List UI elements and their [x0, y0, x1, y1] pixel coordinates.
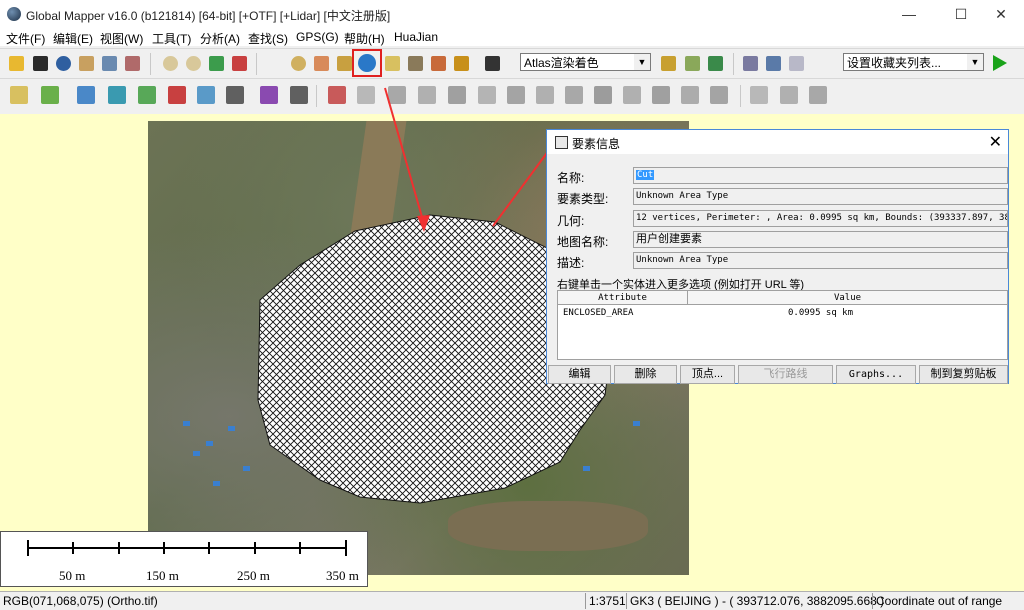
- status-message: Coordinate out of range: [876, 594, 1003, 608]
- dialog-close-button[interactable]: ✕: [989, 132, 1002, 152]
- col-header-attribute[interactable]: Attribute: [558, 291, 688, 305]
- scale-label: 250 m: [237, 568, 270, 583]
- map-name-field[interactable]: 用户创建要素: [633, 231, 1008, 248]
- graphs-button[interactable]: Graphs...: [836, 365, 916, 384]
- col-header-value[interactable]: Value: [688, 291, 1007, 305]
- name-field[interactable]: Cut: [633, 167, 1008, 184]
- annotation-arrow: [384, 87, 425, 225]
- geometry-field[interactable]: 12 vertices, Perimeter: , Area: 0.0995 s…: [633, 210, 1008, 227]
- geometry-label: 几何:: [557, 214, 585, 228]
- status-pixel: RGB(071,068,075) (Ortho.tif): [3, 594, 158, 608]
- vertices-button[interactable]: 顶点...: [680, 365, 735, 384]
- table-cell-attr[interactable]: ENCLOSED_AREA: [563, 308, 633, 318]
- scale-label: 150 m: [146, 568, 179, 583]
- status-projection: GK3 ( BEIJING ) - ( 393712.076, 3882095.…: [630, 594, 885, 608]
- status-bar: RGB(071,068,075) (Ortho.tif) 1:3751 GK3 …: [0, 591, 1024, 610]
- window-icon: [555, 136, 568, 149]
- attribute-table[interactable]: Attribute Value ENCLOSED_AREA 0.0995 sq …: [557, 290, 1008, 360]
- dialog-title-bar: 要素信息 ✕: [547, 130, 1008, 154]
- scale-bar: 50 m 150 m 250 m 350 m: [0, 531, 368, 587]
- name-value: Cut: [636, 170, 655, 180]
- map-name-label: 地图名称:: [557, 235, 609, 249]
- scale-bar-ticks: [27, 540, 347, 556]
- edit-button[interactable]: 编辑: [548, 365, 611, 384]
- description-field[interactable]: Unknown Area Type: [633, 252, 1008, 269]
- dialog-title: 要素信息: [572, 137, 621, 151]
- type-label: 要素类型:: [557, 192, 609, 206]
- flight-path-button[interactable]: 飞行路线: [738, 365, 833, 384]
- type-field[interactable]: Unknown Area Type: [633, 188, 1008, 205]
- table-cell-value[interactable]: 0.0995 sq km: [788, 308, 853, 318]
- description-label: 描述:: [557, 256, 585, 270]
- delete-button[interactable]: 删除: [614, 365, 677, 384]
- scale-label: 50 m: [59, 568, 86, 583]
- annotation-arrow: [492, 145, 553, 227]
- copy-to-clipboard-button[interactable]: 制到复剪贴板: [919, 365, 1008, 384]
- feature-info-dialog: 要素信息 ✕ 名称: Cut 要素类型: Unknown Area Type 几…: [546, 129, 1009, 384]
- status-scale: 1:3751: [589, 594, 626, 608]
- scale-label: 350 m: [326, 568, 359, 583]
- name-label: 名称:: [557, 171, 585, 185]
